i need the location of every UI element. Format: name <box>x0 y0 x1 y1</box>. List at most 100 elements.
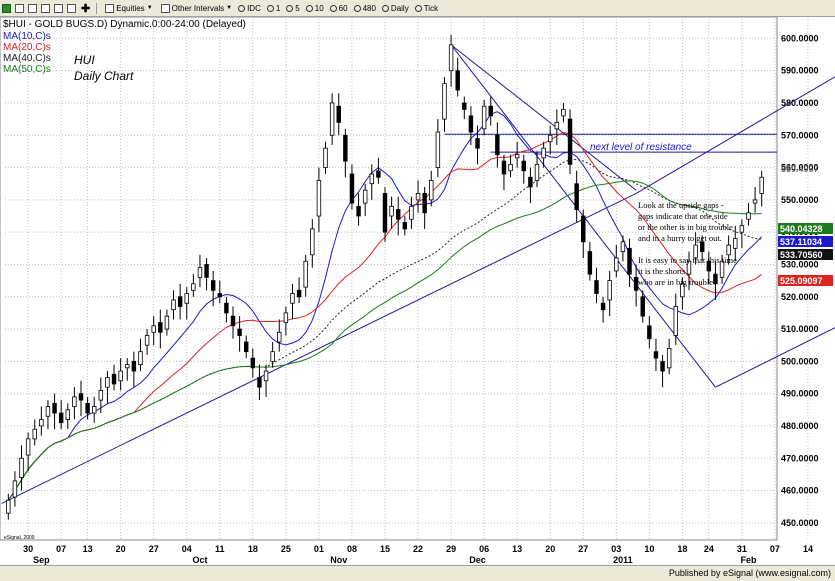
candle-body <box>429 180 434 201</box>
gaps-annotation-line: it is the shorts <box>638 266 685 276</box>
candle-body <box>204 264 209 278</box>
candle-body <box>481 105 487 130</box>
equities-icon <box>105 3 115 13</box>
candle-body <box>19 457 24 479</box>
candle-body <box>250 357 256 369</box>
x-tick-label: 29 <box>446 544 456 554</box>
interval-label: 1 <box>275 3 281 13</box>
candle-body <box>191 283 196 291</box>
interval-button[interactable]: 10 <box>305 4 324 13</box>
x-tick-label: 08 <box>347 544 357 554</box>
interval-button[interactable]: 5 <box>286 3 300 13</box>
chart-icon[interactable] <box>2 3 11 13</box>
candle-body <box>759 176 764 194</box>
candle-body <box>349 173 355 204</box>
candle-body <box>277 331 282 343</box>
interval-button[interactable]: 1 <box>266 3 281 13</box>
y-tick-label: 510.0000 <box>781 324 819 334</box>
candle-body <box>620 241 626 252</box>
interval-button[interactable]: Tick <box>414 4 438 13</box>
candle-body <box>660 360 665 372</box>
candle-body <box>230 315 236 327</box>
equities-dropdown[interactable]: Equities ▼ <box>103 3 153 13</box>
y-tick-label: 500.0000 <box>781 356 819 366</box>
interval-label: Daily <box>390 3 409 13</box>
add-icon[interactable]: ✚ <box>81 2 90 15</box>
candle-body <box>263 370 269 382</box>
candle-body <box>158 322 163 333</box>
interval-button[interactable]: 480 <box>353 4 376 13</box>
chart-area[interactable]: 450.0000 460.0000 470.0000 480.0000 490.0000… <box>0 17 835 565</box>
interval-label: 5 <box>295 3 300 13</box>
clock-icon <box>414 4 422 12</box>
window-icon[interactable] <box>67 3 76 13</box>
candle-body <box>184 293 189 304</box>
candle-body <box>105 377 110 388</box>
clock-icon <box>305 4 313 12</box>
candle-body <box>369 173 374 185</box>
gaps-annotation-line: and in a hurry to get out. <box>638 233 722 243</box>
x-tick-label: 30 <box>23 544 33 554</box>
candle-body <box>197 267 203 278</box>
month-label: Sep <box>33 555 50 565</box>
candle-body <box>409 205 414 220</box>
candle-body <box>118 370 123 382</box>
y-tick-label: 570.0000 <box>781 130 819 140</box>
candle-body <box>389 205 394 217</box>
value-badge-label: 533.70560 <box>780 250 823 260</box>
candle-body <box>58 412 64 424</box>
value-badge-label: 525.09097 <box>780 276 823 286</box>
legend-ma10: MA(10,C)s <box>3 31 51 42</box>
y-tick-label: 490.0000 <box>781 389 819 399</box>
candle-body <box>329 102 335 136</box>
x-tick-label: 18 <box>677 544 687 554</box>
x-tick-label: 11 <box>215 544 225 554</box>
x-tick-label: 13 <box>83 544 93 554</box>
symbol-label: HUI <box>74 53 95 67</box>
candle-body <box>488 105 493 117</box>
y-tick-label: 480.0000 <box>781 421 819 431</box>
window-icon[interactable] <box>28 3 37 13</box>
candle-body <box>296 289 302 298</box>
candle-body <box>713 273 718 285</box>
toolbar: ✚ Equities ▼ Other Intervals ▼ IDC 1 5 10 … <box>0 0 835 17</box>
x-tick-label: 24 <box>704 544 714 554</box>
x-tick-label: 15 <box>380 544 390 554</box>
window-icon[interactable] <box>41 3 50 13</box>
candle-body <box>270 351 275 362</box>
last-price-label: 559.4957 <box>781 164 819 174</box>
candle-body <box>131 360 137 372</box>
other-intervals-dropdown[interactable]: Other Intervals ▼ <box>159 3 232 13</box>
candle-body <box>283 312 289 324</box>
month-label: Oct <box>192 555 207 565</box>
x-tick-label: 07 <box>56 544 66 554</box>
candle-body <box>640 296 645 317</box>
status-bar: Published by eSignal (www.esignal.com) <box>0 565 835 581</box>
interval-button[interactable]: Daily <box>381 3 409 13</box>
candle-body <box>495 134 500 156</box>
month-label: 2011 <box>613 555 633 565</box>
chevron-down-icon: ▼ <box>146 5 153 11</box>
x-tick-label: 04 <box>182 544 192 554</box>
candle-body <box>303 260 308 288</box>
candle-body <box>455 70 460 91</box>
price-chart[interactable]: 450.0000 460.0000 470.0000 480.0000 490.0000… <box>0 17 835 565</box>
x-tick-label: 07 <box>770 544 780 554</box>
y-tick-label: 530.0000 <box>781 259 819 269</box>
x-tick-label: 27 <box>149 544 159 554</box>
interval-button[interactable]: IDC <box>238 4 261 13</box>
chart-title: $HUI - GOLD BUGS.D) Dynamic.0:00-24:00 (… <box>3 19 246 30</box>
candle-body <box>627 247 632 275</box>
candle-body <box>600 302 606 311</box>
window-icon[interactable] <box>15 3 24 13</box>
gaps-annotation-line: Look at the upside gaps - <box>638 200 724 210</box>
interval-button[interactable]: 60 <box>329 4 348 13</box>
other-intervals-label: Other Intervals <box>171 3 225 13</box>
candle-body <box>138 351 143 365</box>
x-tick-label: 31 <box>737 544 747 554</box>
candle-body <box>362 189 368 204</box>
candle-body <box>726 244 731 256</box>
candle-body <box>151 325 156 333</box>
window-icon[interactable] <box>54 3 63 13</box>
chart-label: Daily Chart <box>74 69 134 83</box>
